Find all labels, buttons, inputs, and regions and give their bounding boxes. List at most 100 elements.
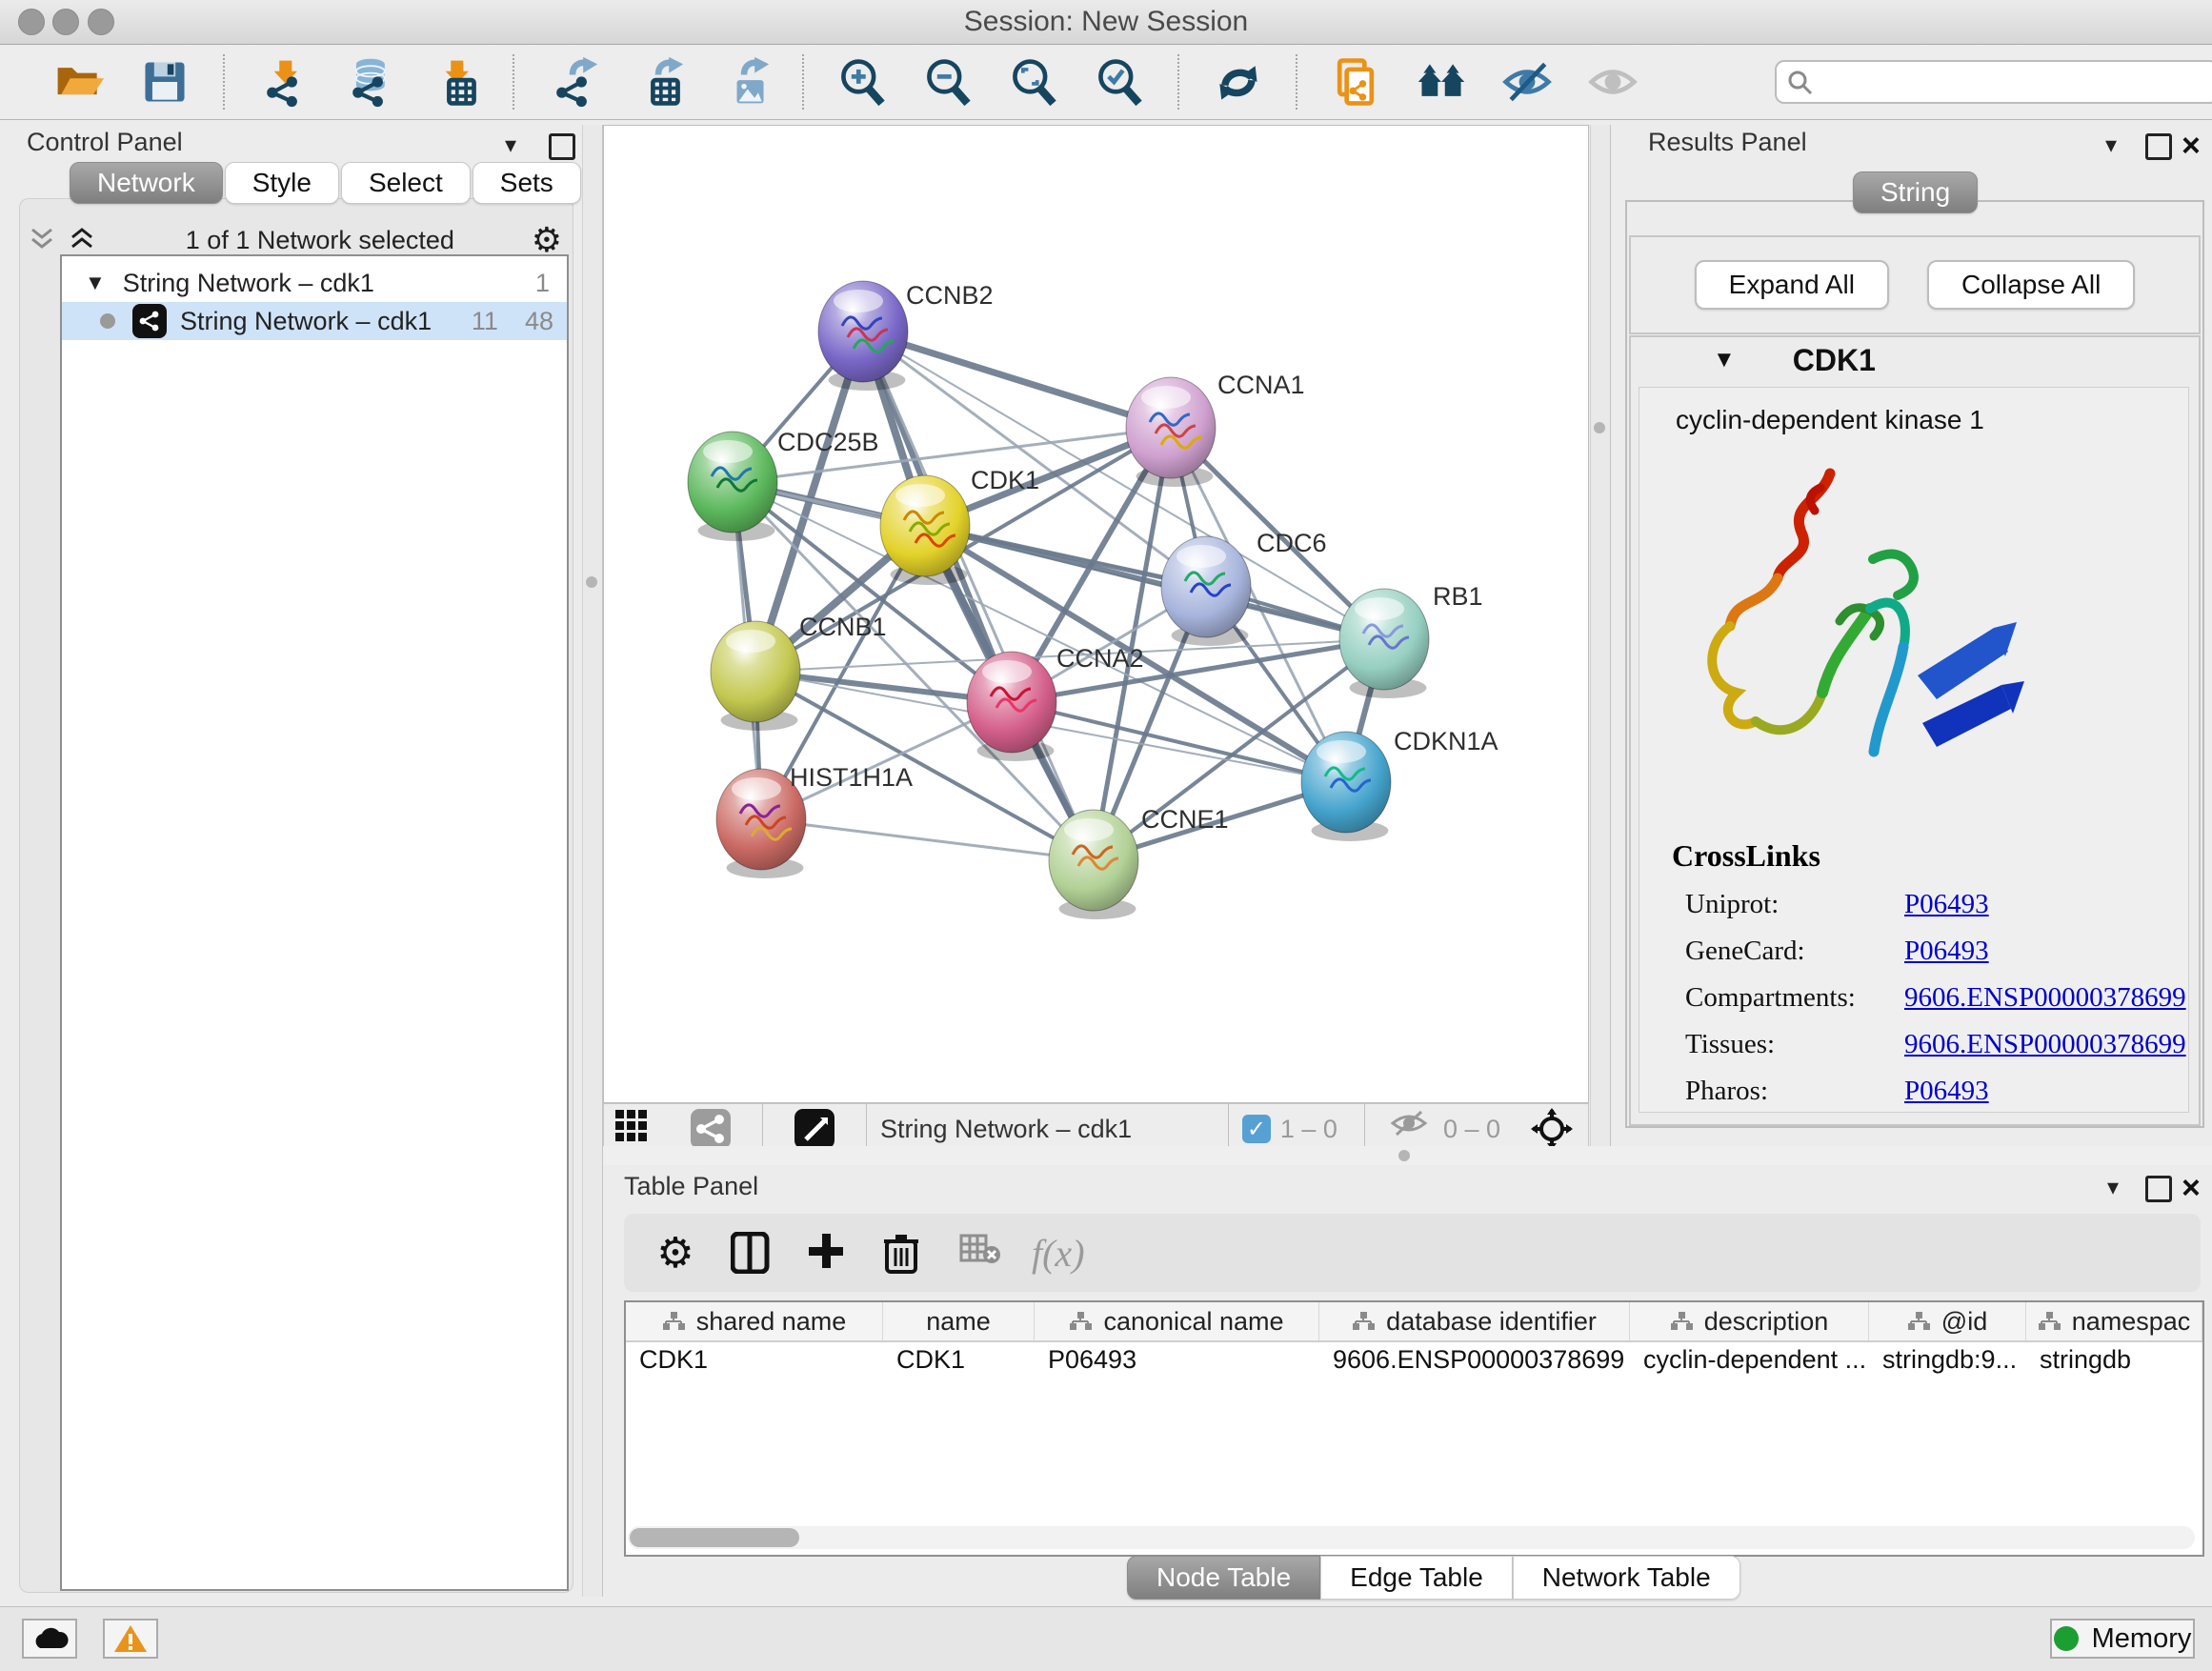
zoom-out-icon[interactable] — [918, 52, 977, 111]
network-node-CCNE1[interactable] — [1049, 810, 1138, 919]
memory-button[interactable]: Memory — [2050, 1619, 2195, 1659]
network-node-CCNB1[interactable] — [711, 621, 800, 731]
tree-expander-icon[interactable]: ▼ — [85, 271, 106, 295]
network-edge[interactable] — [863, 332, 1171, 428]
column-header-database-identifier[interactable]: database identifier — [1319, 1302, 1630, 1340]
scrollbar-thumb[interactable] — [630, 1528, 799, 1547]
column-header-canonical-name[interactable]: canonical name — [1035, 1302, 1319, 1340]
export-network-icon[interactable] — [543, 52, 602, 111]
expand-all-button[interactable]: Expand All — [1695, 260, 1889, 310]
table-cell[interactable]: stringdb — [2026, 1342, 2202, 1377]
crosslink-value-link[interactable]: P06493 — [1904, 1076, 1989, 1107]
show-all-icon[interactable] — [1583, 52, 1642, 111]
control-panel-collapse-icon[interactable]: ▾ — [505, 131, 516, 159]
network-collection-row[interactable]: ▼ String Network – cdk1 1 — [62, 264, 567, 302]
table-cell[interactable]: CDK1 — [626, 1342, 883, 1377]
results-panel-close-icon[interactable]: × — [2182, 135, 2201, 156]
tab-style[interactable]: Style — [225, 162, 339, 204]
add-column-icon[interactable] — [801, 1226, 855, 1279]
table-cell[interactable]: 9606.ENSP00000378699 — [1319, 1342, 1630, 1377]
network-row-selected[interactable]: String Network – cdk1 1148 — [62, 302, 567, 340]
first-neighbors-icon[interactable] — [1412, 52, 1471, 111]
table-panel-collapse-icon[interactable]: ▾ — [2107, 1174, 2119, 1201]
zoom-selected-icon[interactable] — [1090, 52, 1149, 111]
network-edge[interactable] — [761, 819, 1094, 860]
column-header--id[interactable]: @id — [1869, 1302, 2026, 1340]
table-cell[interactable]: stringdb:9... — [1869, 1342, 2026, 1377]
crosslink-value-link[interactable]: P06493 — [1904, 889, 1989, 920]
right-splitter[interactable] — [1590, 125, 1611, 1146]
collapse-all-networks-icon[interactable] — [29, 224, 55, 257]
crosslink-value-link[interactable]: P06493 — [1904, 936, 1989, 967]
show-columns-icon[interactable] — [725, 1226, 778, 1279]
network-canvas[interactable]: CCNB2CCNA1CDC25BCDK1CDC6RB1CCNB1CCNA2CDK… — [604, 126, 1588, 1102]
zoom-fit-icon[interactable] — [1004, 52, 1063, 111]
cdk1-section-header[interactable]: ▼ CDK1 — [1631, 337, 2199, 383]
import-table-icon[interactable] — [425, 52, 484, 111]
control-panel-title: Control Panel — [27, 128, 183, 157]
control-panel-float-icon[interactable] — [549, 133, 575, 160]
left-splitter[interactable] — [582, 125, 603, 1597]
table-cell[interactable]: cyclin-dependent ... — [1630, 1342, 1869, 1377]
bottom-splitter-handle[interactable] — [1398, 1150, 1410, 1161]
delete-column-trash-icon[interactable] — [877, 1226, 931, 1279]
delete-table-icon[interactable] — [954, 1226, 1007, 1279]
network-node-CCNA1[interactable] — [1126, 377, 1216, 487]
table-cell[interactable]: P06493 — [1035, 1342, 1319, 1377]
column-header-description[interactable]: description — [1630, 1302, 1869, 1340]
crosslinks-title: CrossLinks — [1672, 838, 2188, 874]
search-input[interactable] — [1813, 67, 2212, 98]
tab-sets[interactable]: Sets — [473, 162, 581, 204]
zoom-in-icon[interactable] — [833, 52, 892, 111]
hide-selected-icon[interactable] — [1498, 52, 1557, 111]
node-label-CDKN1A: CDKN1A — [1394, 727, 1498, 755]
import-network-icon[interactable] — [253, 52, 312, 111]
network-node-RB1[interactable] — [1339, 589, 1429, 698]
network-node-CCNB2[interactable] — [818, 281, 908, 391]
open-folder-icon[interactable] — [50, 52, 109, 111]
table-panel-float-icon[interactable] — [2145, 1176, 2172, 1202]
refresh-icon[interactable] — [1208, 52, 1267, 111]
column-header-name[interactable]: name — [883, 1302, 1035, 1340]
results-panel-collapse-icon[interactable]: ▾ — [2105, 131, 2117, 159]
tab-edge-table[interactable]: Edge Table — [1320, 1556, 1513, 1600]
warning-icon[interactable] — [103, 1619, 158, 1659]
table-horizontal-scrollbar[interactable] — [628, 1526, 2195, 1549]
table-options-gear-icon[interactable]: ⚙ — [649, 1226, 702, 1279]
memory-status-dot — [2054, 1626, 2079, 1651]
new-network-selection-icon[interactable] — [1326, 52, 1385, 111]
crosslink-value-link[interactable]: 9606.ENSP00000378699 — [1904, 982, 2186, 1014]
column-label: @id — [1941, 1307, 1987, 1337]
crosslink-value-link[interactable]: 9606.ENSP00000378699 — [1904, 1029, 2186, 1060]
import-database-icon[interactable] — [339, 52, 398, 111]
results-panel-float-icon[interactable] — [2145, 133, 2172, 160]
network-node-CDKN1A[interactable] — [1301, 732, 1391, 841]
export-image-icon[interactable] — [714, 52, 774, 111]
tab-string[interactable]: String — [1853, 171, 1978, 213]
tab-network[interactable]: Network — [70, 162, 223, 204]
status-bar: Memory — [0, 1606, 2212, 1671]
table-panel-close-icon[interactable]: × — [2182, 1178, 2201, 1198]
tab-node-table[interactable]: Node Table — [1127, 1556, 1320, 1600]
network-node-CCNA2[interactable] — [967, 652, 1056, 761]
left-splitter-handle[interactable] — [586, 576, 597, 588]
node-label-CDC6: CDC6 — [1257, 529, 1327, 557]
cloud-icon[interactable] — [22, 1619, 77, 1659]
expand-all-networks-icon[interactable] — [69, 224, 95, 257]
save-icon[interactable] — [135, 52, 194, 111]
column-header-namespac[interactable]: namespac — [2026, 1302, 2202, 1340]
export-table-icon[interactable] — [629, 52, 688, 111]
crosslink-label: Uniprot: — [1672, 889, 1904, 920]
function-builder-icon[interactable]: f(x) — [1032, 1231, 1085, 1276]
table-cell[interactable]: CDK1 — [883, 1342, 1035, 1377]
node-label-CDK1: CDK1 — [971, 466, 1039, 494]
collapse-all-button[interactable]: Collapse All — [1927, 260, 2135, 310]
selected-nodes-checkbox[interactable]: ✓ — [1242, 1115, 1271, 1143]
network-node-CDC25B[interactable] — [688, 432, 777, 541]
network-node-CDK1[interactable] — [880, 475, 970, 585]
column-header-shared-name[interactable]: shared name — [626, 1302, 883, 1340]
tab-network-table[interactable]: Network Table — [1513, 1556, 1740, 1600]
right-splitter-handle[interactable] — [1594, 422, 1605, 433]
tab-select[interactable]: Select — [341, 162, 471, 204]
network-node-CDC6[interactable] — [1161, 536, 1251, 646]
